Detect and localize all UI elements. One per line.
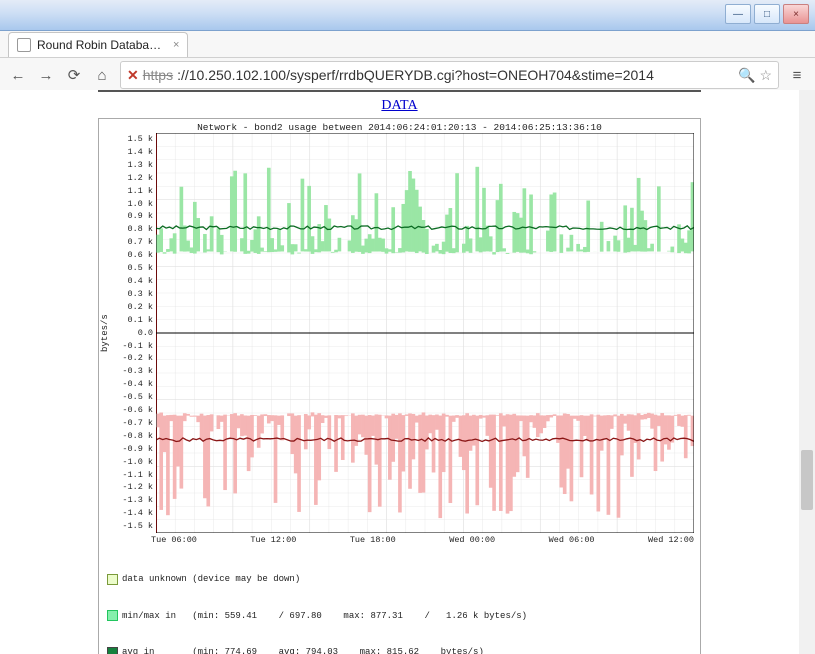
window-controls: — □ × xyxy=(725,4,809,24)
page-content: DATA Network - bond2 usage between 2014:… xyxy=(0,90,799,654)
tab-title: Round Robin Database Qu xyxy=(37,38,167,52)
data-link[interactable]: DATA xyxy=(381,98,417,113)
legend-swatch-unknown xyxy=(107,574,118,585)
menu-button[interactable]: ≡ xyxy=(787,65,807,85)
browser-navbar: ← → ⟳ ⌂ ✕ https ://10.250.102.100/sysper… xyxy=(0,58,815,93)
y-axis-label: bytes/s xyxy=(99,133,113,533)
close-button[interactable]: × xyxy=(783,4,809,24)
os-titlebar: — □ × xyxy=(0,0,815,31)
page-favicon-icon xyxy=(17,38,31,52)
home-button[interactable]: ⌂ xyxy=(92,65,112,85)
reload-button[interactable]: ⟳ xyxy=(64,65,84,85)
url-bar[interactable]: ✕ https ://10.250.102.100/sysperf/rrdbQU… xyxy=(120,61,779,89)
y-axis-ticks: 1.5 k1.4 k1.3 k1.2 k1.1 k1.0 k0.9 k0.8 k… xyxy=(113,133,156,533)
legend-swatch-avg-in xyxy=(107,647,118,654)
vertical-scrollbar[interactable] xyxy=(798,90,815,654)
url-scheme: https xyxy=(143,67,173,83)
chart-legend: data unknown (device may be down) min/ma… xyxy=(99,545,700,654)
chart-plot-area xyxy=(156,133,694,533)
browser-tab[interactable]: Round Robin Database Qu × xyxy=(8,32,188,57)
forward-button[interactable]: → xyxy=(36,65,56,85)
maximize-button[interactable]: □ xyxy=(754,4,780,24)
data-link-row: DATA xyxy=(8,98,791,114)
legend-swatch-minmax-in xyxy=(107,610,118,621)
search-icon[interactable]: 🔍 xyxy=(738,67,755,84)
legend-avg-in: avg in (min: 774.69 avg: 794.03 max: 815… xyxy=(122,646,484,654)
tab-close-icon[interactable]: × xyxy=(173,39,179,51)
chart-title: Network - bond2 usage between 2014:06:24… xyxy=(99,119,700,133)
chart-container: Network - bond2 usage between 2014:06:24… xyxy=(98,118,701,654)
browser-tabstrip: Round Robin Database Qu × xyxy=(0,31,815,58)
url-right-icons: 🔍 ☆ xyxy=(738,67,772,84)
bookmark-star-icon[interactable]: ☆ xyxy=(759,67,772,84)
scrollbar-thumb[interactable] xyxy=(801,450,813,510)
legend-unknown: data unknown (device may be down) xyxy=(122,573,300,585)
top-divider xyxy=(98,90,701,92)
minimize-button[interactable]: — xyxy=(725,4,751,24)
x-axis-ticks: Tue 06:00Tue 12:00Tue 18:00Wed 00:00Wed … xyxy=(99,535,700,545)
back-button[interactable]: ← xyxy=(8,65,28,85)
ssl-warning-icon: ✕ xyxy=(127,67,139,84)
legend-minmax-in: min/max in (min: 559.41 / 697.80 max: 87… xyxy=(122,610,527,622)
url-text: ://10.250.102.100/sysperf/rrdbQUERYDB.cg… xyxy=(177,67,734,83)
